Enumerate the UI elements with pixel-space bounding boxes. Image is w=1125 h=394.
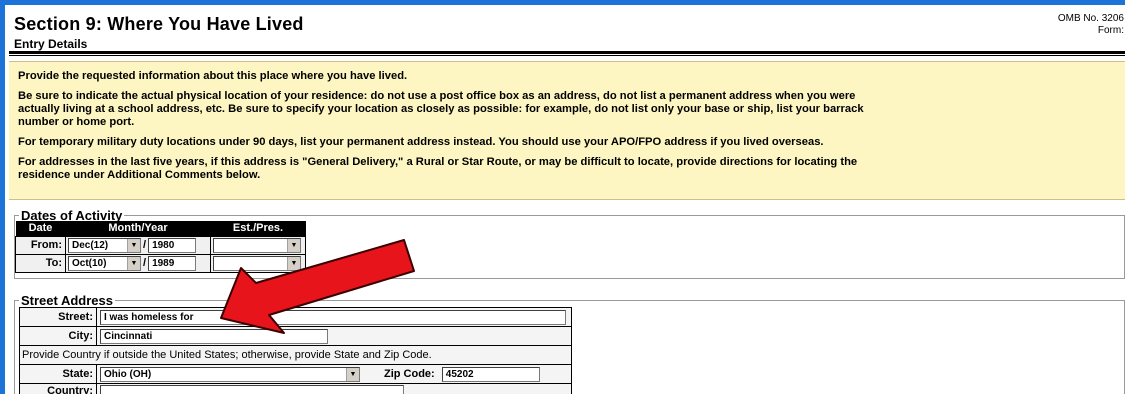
from-label: From: — [15, 235, 66, 255]
city-cell: Cincinnati — [96, 326, 572, 346]
city-input[interactable]: Cincinnati — [100, 328, 328, 344]
instruction-paragraph-2: Be sure to indicate the actual physical … — [18, 90, 1119, 129]
page-header: Section 9: Where You Have Lived Entry De… — [14, 13, 1125, 53]
header-divider-thick — [9, 51, 1125, 54]
country-label: Country: — [19, 383, 97, 394]
country-cell — [96, 383, 572, 394]
instruction-2-line-3: number or home port. — [18, 116, 135, 128]
from-est-cell: ▼ — [210, 235, 306, 255]
chevron-down-icon[interactable]: ▼ — [127, 256, 140, 270]
dates-table: Date Month/Year Est./Pres. From: Dec(12)… — [15, 221, 306, 273]
street-label: Street: — [19, 307, 97, 327]
chevron-down-icon[interactable]: ▼ — [346, 367, 359, 381]
dates-header-row: Date Month/Year Est./Pres. — [15, 221, 306, 236]
street-address-legend: Street Address — [19, 293, 115, 308]
street-row: Street: I was homeless for — [19, 307, 572, 327]
col-month-year-header: Month/Year — [65, 221, 211, 236]
omb-line-1: OMB No. 3206 — [1057, 13, 1124, 24]
omb-number: OMB No. 3206 Form: — [1058, 13, 1124, 37]
date-separator: / — [143, 239, 147, 251]
page-title: Section 9: Where You Have Lived — [14, 14, 304, 34]
zip-code-input[interactable]: 45202 — [441, 366, 540, 382]
address-table: Street: I was homeless for City: Cincinn… — [19, 307, 572, 394]
to-month-value: Oct(10) — [72, 257, 107, 269]
state-row: State: Ohio (OH) ▼ Zip Code: 45202 — [19, 364, 572, 384]
street-cell: I was homeless for — [96, 307, 572, 327]
date-separator: / — [143, 257, 147, 269]
from-month-year-cell: Dec(12) ▼ /1980 — [65, 235, 211, 255]
instruction-paragraph-1: Provide the requested information about … — [18, 70, 408, 82]
from-month-value: Dec(12) — [72, 239, 109, 251]
to-label: To: — [15, 253, 66, 273]
city-label: City: — [19, 326, 97, 346]
zip-code-label: Zip Code: — [384, 368, 435, 380]
city-row: City: Cincinnati — [19, 326, 572, 346]
chevron-down-icon[interactable]: ▼ — [287, 238, 300, 252]
instruction-4-line-1: For addresses in the last five years, if… — [18, 156, 858, 168]
instructions-panel: Provide the requested information about … — [9, 61, 1125, 200]
instruction-paragraph-3: For temporary military duty locations un… — [18, 136, 824, 148]
street-input[interactable]: I was homeless for — [100, 309, 566, 325]
state-label: State: — [19, 364, 97, 384]
to-est-cell: ▼ — [210, 253, 306, 273]
to-row: To: Oct(10) ▼ /1989 ▼ — [15, 253, 306, 273]
chevron-down-icon[interactable]: ▼ — [127, 238, 140, 252]
country-state-note: Provide Country if outside the United St… — [19, 345, 572, 365]
state-cell: Ohio (OH) ▼ Zip Code: 45202 — [96, 364, 572, 384]
chevron-down-icon[interactable]: ▼ — [287, 256, 300, 270]
country-row: Country: — [19, 383, 572, 394]
to-month-year-cell: Oct(10) ▼ /1989 — [65, 253, 211, 273]
to-year-input[interactable]: 1989 — [148, 255, 197, 271]
header-divider-thin — [9, 55, 1125, 56]
window-frame: Section 9: Where You Have Lived Entry De… — [0, 0, 1125, 394]
from-month-select[interactable]: Dec(12) ▼ — [68, 237, 141, 253]
to-month-select[interactable]: Oct(10) ▼ — [68, 255, 141, 271]
to-est-select[interactable]: ▼ — [213, 255, 301, 271]
instruction-2-line-2: actually living at a school address, etc… — [18, 103, 864, 115]
instruction-4-line-2: residence under Additional Comments belo… — [18, 169, 261, 181]
col-date-header: Date — [15, 221, 66, 236]
country-input[interactable] — [100, 385, 404, 394]
from-est-select[interactable]: ▼ — [213, 237, 301, 253]
page-subtitle: Entry Details — [14, 37, 88, 51]
col-est-pres-header: Est./Pres. — [210, 221, 306, 236]
state-select[interactable]: Ohio (OH) ▼ — [100, 366, 360, 382]
state-value: Ohio (OH) — [104, 368, 152, 380]
omb-line-2: Form: — [1097, 25, 1124, 36]
instruction-2-line-1: Be sure to indicate the actual physical … — [18, 90, 856, 102]
instruction-paragraph-4: For addresses in the last five years, if… — [18, 156, 1119, 182]
note-row: Provide Country if outside the United St… — [19, 345, 572, 365]
from-row: From: Dec(12) ▼ /1980 ▼ — [15, 235, 306, 255]
from-year-input[interactable]: 1980 — [148, 237, 197, 253]
